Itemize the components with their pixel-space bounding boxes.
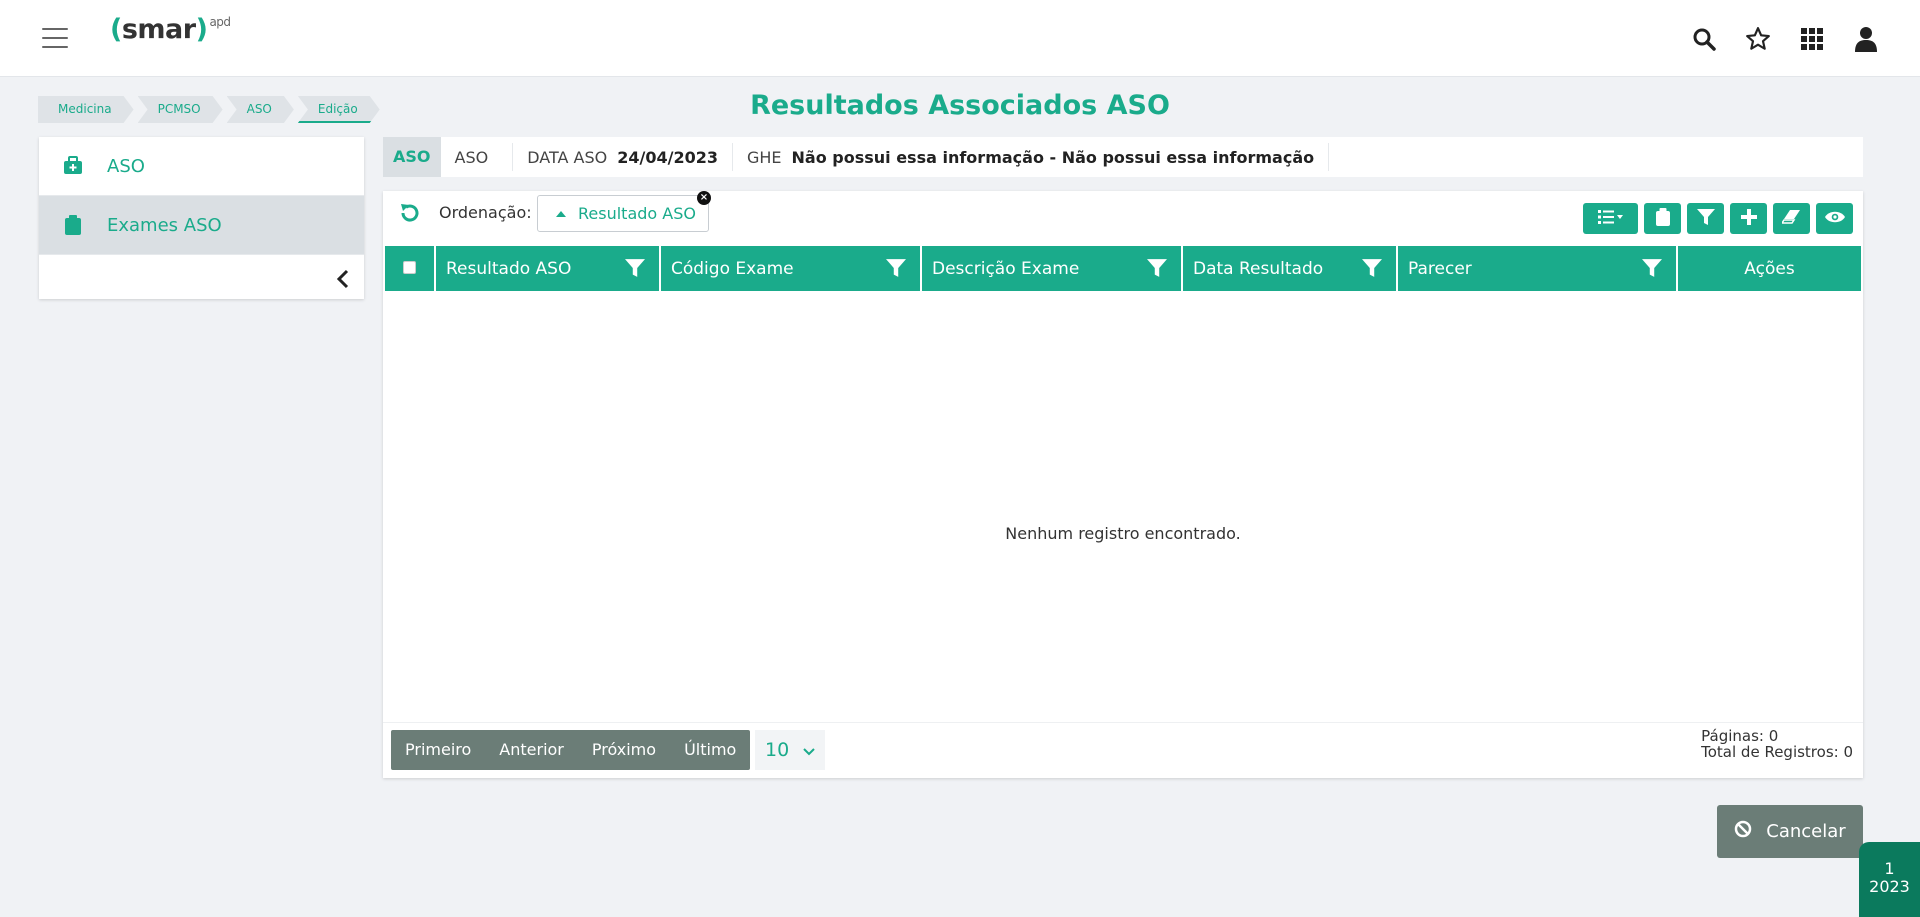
ghe-label: GHE [746, 147, 782, 167]
menu-icon[interactable] [42, 28, 68, 48]
breadcrumb-item-medicina[interactable]: Medicina [38, 96, 134, 123]
sort-chip-resultado-aso[interactable]: Resultado ASO [537, 195, 709, 232]
add-button[interactable] [1730, 203, 1767, 234]
sidebar-item-aso[interactable]: ASO [39, 137, 364, 196]
empty-message: Nenhum registro encontrado. [1005, 524, 1241, 543]
clipboard-button[interactable] [1644, 203, 1681, 234]
ban-icon [1734, 820, 1752, 843]
results-panel: Ordenação: Resultado ASO × Resultado ASO… [383, 191, 1863, 778]
sort-asc-icon [556, 210, 566, 217]
clipboard-icon [1655, 207, 1670, 230]
filter-icon[interactable] [1642, 258, 1662, 278]
clipboard-icon [39, 215, 107, 235]
chevron-down-icon [803, 739, 815, 761]
filter-icon[interactable] [625, 258, 645, 278]
column-label: Parecer [1408, 258, 1472, 279]
medical-case-icon [39, 156, 107, 176]
badge-line1: 1 [1884, 859, 1895, 878]
eraser-icon [1780, 209, 1802, 229]
collapse-sidebar-icon[interactable] [336, 269, 354, 289]
page-size-select[interactable]: 10 [755, 730, 825, 770]
close-icon[interactable]: × [697, 191, 711, 205]
col-resultado-aso[interactable]: Resultado ASO [435, 246, 661, 291]
filter-button[interactable] [1687, 203, 1724, 234]
ghe-value: Não possui essa informação - Não possui … [791, 147, 1315, 167]
top-bar: (smar) apd [0, 0, 1920, 77]
breadcrumb-item-pcmso[interactable]: PCMSO [138, 96, 223, 123]
sidebar-item-exames-aso[interactable]: Exames ASO [39, 196, 364, 255]
grid-toolbar [1583, 203, 1853, 234]
data-aso-segment: DATA ASO 24/04/2023 [513, 143, 733, 171]
pager-last-button[interactable]: Último [670, 730, 750, 770]
ghe-segment: GHE Não possui essa informação - Não pos… [733, 143, 1330, 171]
aso-tag: ASO [383, 137, 441, 177]
column-label: Resultado ASO [446, 258, 572, 279]
filter-icon[interactable] [1147, 258, 1167, 278]
pager-divider [383, 722, 1863, 723]
pager-prev-button[interactable]: Anterior [485, 730, 578, 770]
column-label: Descrição Exame [932, 258, 1080, 279]
cancel-label: Cancelar [1766, 821, 1846, 842]
breadcrumb: Medicina PCMSO ASO Edição [38, 96, 384, 123]
pagination: Primeiro Anterior Próximo Último [391, 730, 751, 770]
ordering-label: Ordenação: [439, 203, 532, 222]
sidebar-item-label: ASO [107, 155, 145, 177]
aso-value: ASO [454, 147, 489, 167]
column-list-icon [1597, 209, 1624, 229]
col-codigo-exame[interactable]: Código Exame [660, 246, 922, 291]
top-icons [1689, 24, 1880, 53]
aso-info-strip: ASO ASO DATA ASO 24/04/2023 GHE Não poss… [383, 137, 1863, 177]
col-acoes: Ações [1677, 246, 1861, 291]
pager-info: Páginas: 0 Total de Registros: 0 [1701, 728, 1853, 760]
aso-segment: ASO [441, 143, 514, 171]
star-icon[interactable] [1743, 24, 1772, 53]
table-header-row: Resultado ASO Código Exame Descrição Exa… [385, 246, 1861, 291]
clear-button[interactable] [1773, 203, 1810, 234]
filter-icon[interactable] [1362, 258, 1382, 278]
filter-icon [1696, 208, 1715, 230]
breadcrumb-item-edicao[interactable]: Edição [298, 96, 380, 123]
eye-icon [1824, 209, 1846, 228]
pager-first-button[interactable]: Primeiro [391, 730, 485, 770]
pages-count: Páginas: 0 [1701, 727, 1779, 745]
logo[interactable]: (smar) apd [110, 14, 231, 45]
year-badge[interactable]: 1 2023 [1859, 842, 1920, 917]
cancel-button[interactable]: Cancelar [1717, 805, 1863, 858]
select-all-checkbox[interactable] [403, 260, 416, 274]
col-descricao-exame[interactable]: Descrição Exame [921, 246, 1183, 291]
data-aso-value: 24/04/2023 [617, 147, 718, 167]
plus-icon [1740, 208, 1757, 229]
apps-grid-icon[interactable] [1797, 24, 1826, 53]
page-title: Resultados Associados ASO [750, 90, 1170, 121]
sidebar: ASO Exames ASO [39, 137, 364, 299]
pager-next-button[interactable]: Próximo [578, 730, 670, 770]
reset-order-icon[interactable] [398, 201, 422, 225]
total-records: Total de Registros: 0 [1701, 743, 1853, 761]
user-icon[interactable] [1851, 24, 1880, 53]
select-all-cell [385, 246, 436, 291]
column-label: Data Resultado [1193, 258, 1324, 279]
data-aso-label: DATA ASO [527, 147, 608, 167]
logo-close-paren: ) [195, 14, 208, 45]
badge-line2: 2023 [1869, 877, 1910, 896]
filter-icon[interactable] [886, 258, 906, 278]
logo-sup: apd [209, 15, 231, 29]
breadcrumb-item-aso[interactable]: ASO [227, 96, 294, 123]
sidebar-item-label: Exames ASO [107, 214, 222, 236]
column-list-button[interactable] [1583, 203, 1638, 234]
column-label: Código Exame [671, 258, 794, 279]
search-icon[interactable] [1689, 24, 1718, 53]
results-table: Resultado ASO Código Exame Descrição Exa… [385, 246, 1861, 291]
page-size-value: 10 [765, 739, 790, 761]
col-data-resultado[interactable]: Data Resultado [1182, 246, 1398, 291]
view-button[interactable] [1816, 203, 1853, 234]
logo-text: smar [121, 14, 196, 45]
col-parecer[interactable]: Parecer [1397, 246, 1678, 291]
logo-open-paren: ( [110, 14, 122, 45]
sort-chip-label: Resultado ASO [578, 204, 696, 223]
